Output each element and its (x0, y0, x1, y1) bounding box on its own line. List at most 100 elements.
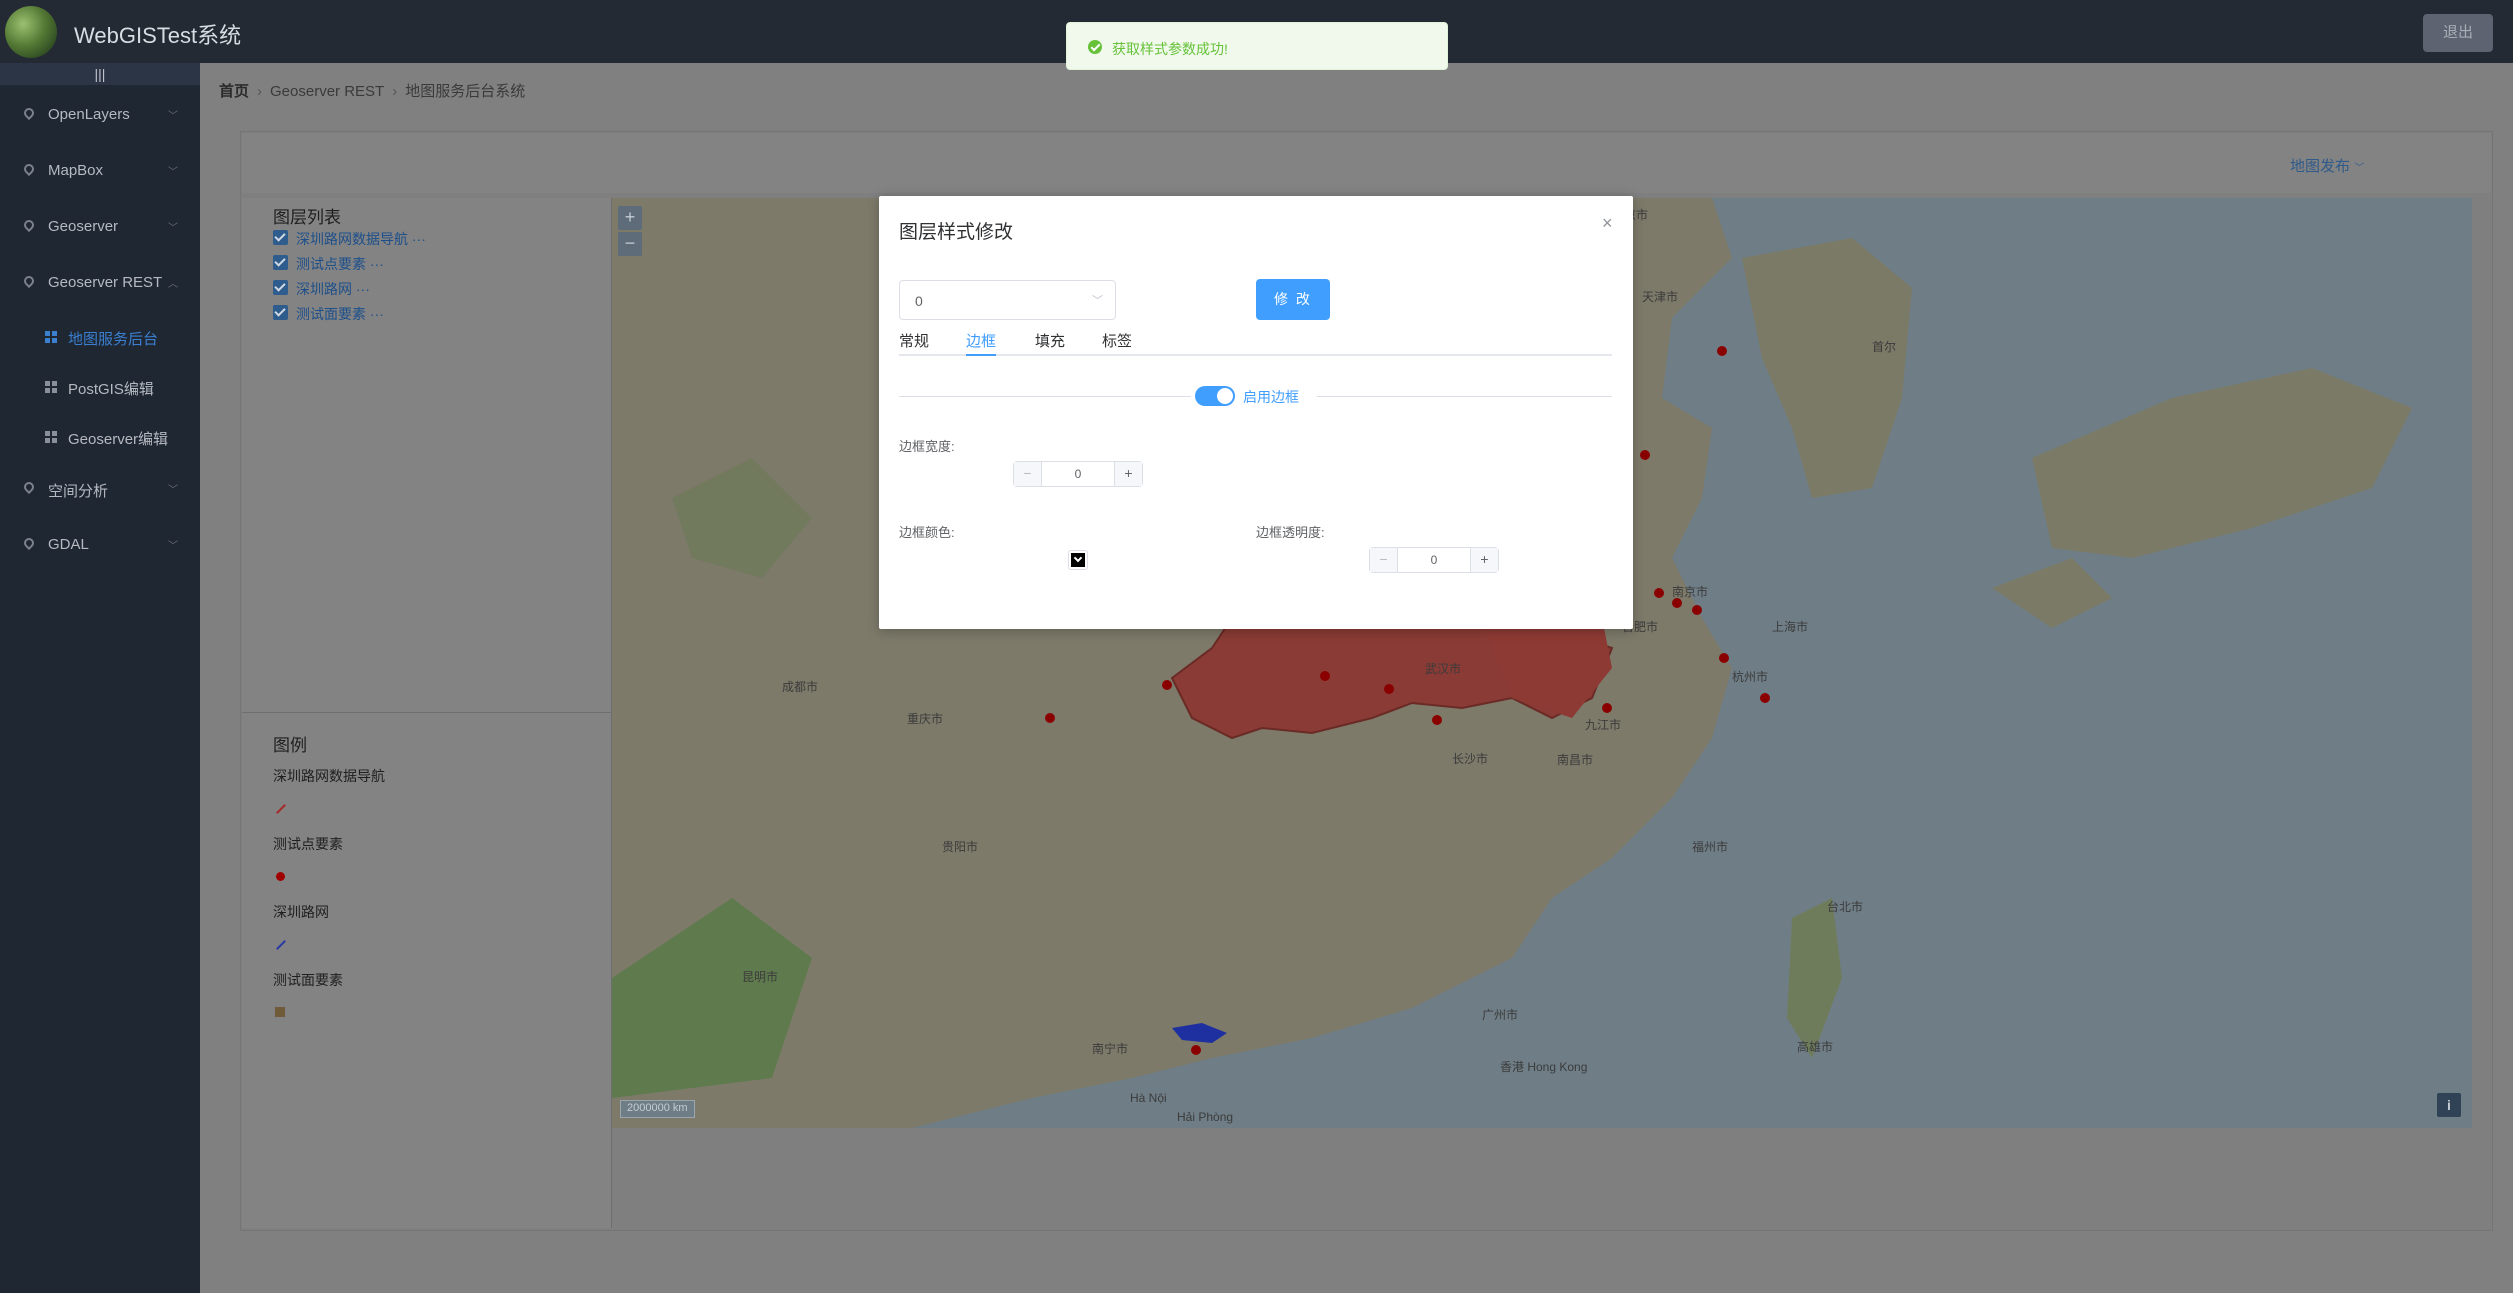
sidebar-item-label: Geoserver (48, 218, 119, 235)
map-city-label: 南昌市 (1557, 753, 1594, 767)
more-icon[interactable]: ··· (370, 256, 384, 272)
sidebar-item-label: MapBox (48, 162, 104, 179)
border-enable-group: 启用边框 (1191, 381, 1317, 409)
map-scale-line: 2000000 km (620, 1100, 695, 1118)
sidebar-subitem-map-service-admin[interactable]: 地图服务后台 (0, 317, 200, 357)
chevron-down-icon: ﹀ (2354, 163, 2365, 174)
layer-checkbox[interactable] (273, 255, 288, 270)
tab-fill[interactable]: 填充 (1035, 330, 1065, 351)
map-city-label: 广州市 (1482, 1008, 1519, 1022)
sidebar-subitem-label: Geoserver编辑 (68, 431, 169, 448)
location-icon (21, 217, 37, 233)
chevron-down-icon: ﹀ (168, 223, 178, 234)
location-icon (21, 273, 37, 289)
tab-general[interactable]: 常规 (899, 330, 929, 351)
increment-button[interactable]: + (1470, 548, 1498, 572)
sidebar-item-label: OpenLayers (48, 106, 130, 123)
chevron-down-icon: ﹀ (168, 541, 178, 552)
zoom-out-button[interactable]: − (618, 232, 642, 256)
border-width-stepper[interactable]: − 0 + (1013, 461, 1143, 487)
chevron-down-icon: ﹀ (168, 111, 178, 122)
sidebar-item-label: 空间分析 (48, 483, 109, 500)
chevron-down-icon (1071, 553, 1085, 567)
chevron-down-icon: ﹀ (168, 167, 178, 178)
style-tabs: 常规 边框 填充 标签 (899, 330, 1612, 356)
app-title: WebGISTest系统 (74, 23, 242, 48)
map-city-label: 贵阳市 (942, 840, 979, 854)
map-city-label: 重庆市 (907, 712, 944, 726)
sidebar-item-geoserver[interactable]: Geoserver ﹀ (0, 207, 200, 247)
active-tab-indicator (966, 354, 996, 356)
legend-title: 图例 (273, 736, 307, 755)
tab-label[interactable]: 标签 (1102, 330, 1132, 351)
border-opacity-value[interactable]: 0 (1398, 553, 1470, 567)
layer-panel (242, 198, 612, 1228)
more-icon[interactable]: ··· (412, 231, 426, 247)
layer-name: 测试面要素 (296, 306, 366, 322)
map-city-label: 首尔 (1872, 340, 1897, 354)
map-city-label: 昆明市 (742, 970, 779, 984)
map-city-label: 南宁市 (1092, 1042, 1129, 1056)
map-city-label: 香港 Hong Kong (1500, 1060, 1588, 1074)
more-icon[interactable]: ··· (356, 281, 370, 297)
sidebar-collapse-toggle[interactable]: ||| (0, 63, 200, 85)
map-city-label: Hà Nội (1130, 1091, 1167, 1105)
decrement-button[interactable]: − (1370, 548, 1398, 572)
map-publish-label: 地图发布 (2290, 158, 2351, 175)
layer-style-dialog: 图层样式修改 × 0 ﹀ 修 改 常规 边框 填充 标签 启用边框 边框宽度: … (879, 196, 1633, 629)
grid-icon (45, 431, 57, 443)
sidebar-item-label: GDAL (48, 536, 89, 553)
decrement-button[interactable]: − (1014, 462, 1042, 486)
legend-polygon-symbol (275, 1007, 285, 1017)
map-city-label: 高雄市 (1797, 1040, 1834, 1054)
map-publish-dropdown[interactable]: 地图发布 ﹀ (2290, 155, 2364, 176)
breadcrumb-separator: › (257, 83, 263, 100)
border-opacity-label: 边框透明度: (1256, 525, 1325, 540)
map-city-label: 武汉市 (1425, 662, 1462, 676)
legend-item-name: 深圳路网 (273, 904, 329, 920)
border-enable-switch[interactable] (1195, 386, 1235, 406)
sidebar-item-spatial-analysis[interactable]: 空间分析 ﹀ (0, 469, 200, 509)
map-city-label: 天津市 (1642, 290, 1679, 304)
map-city-label: 台北市 (1827, 900, 1864, 914)
app-logo (5, 6, 57, 58)
sidebar-subitem-postgis-edit[interactable]: PostGIS编辑 (0, 367, 200, 407)
success-icon (1088, 40, 1102, 54)
legend-item-name: 深圳路网数据导航 (273, 768, 385, 784)
border-opacity-stepper[interactable]: − 0 + (1369, 547, 1499, 573)
breadcrumb-home[interactable]: 首页 (219, 83, 249, 100)
sidebar-item-gdal[interactable]: GDAL ﹀ (0, 525, 200, 565)
sidebar-item-openlayers[interactable]: OpenLayers ﹀ (0, 95, 200, 135)
close-icon[interactable]: × (1602, 213, 1613, 234)
sidebar-subitem-geoserver-edit[interactable]: Geoserver编辑 (0, 417, 200, 457)
layer-checkbox[interactable] (273, 280, 288, 295)
map-attribution-button[interactable]: i (2437, 1093, 2461, 1117)
map-city-label: 福州市 (1692, 840, 1729, 854)
map-city-label: 南京市 (1672, 585, 1709, 599)
logout-button[interactable]: 退出 (2423, 14, 2493, 52)
tab-border[interactable]: 边框 (966, 330, 996, 351)
zoom-in-button[interactable]: + (618, 206, 642, 230)
more-icon[interactable]: ··· (370, 306, 384, 322)
layer-checkbox[interactable] (273, 230, 288, 245)
layer-checkbox[interactable] (273, 305, 288, 320)
increment-button[interactable]: + (1114, 462, 1142, 486)
border-color-picker[interactable] (1068, 550, 1088, 570)
chevron-up-icon: ︿ (168, 279, 178, 290)
sidebar-item-geoserver-rest[interactable]: Geoserver REST ︿ (0, 263, 200, 303)
sidebar-item-mapbox[interactable]: MapBox ﹀ (0, 151, 200, 191)
success-toast: 获取样式参数成功! (1066, 22, 1448, 70)
dialog-title: 图层样式修改 (899, 222, 1014, 243)
map-city-label: 长沙市 (1452, 752, 1489, 766)
legend-point-symbol (276, 872, 285, 881)
style-rule-select[interactable]: 0 ﹀ (899, 280, 1116, 320)
breadcrumb-page: 地图服务后台系统 (405, 83, 526, 100)
border-width-value[interactable]: 0 (1042, 467, 1114, 481)
legend-item-name: 测试点要素 (273, 836, 343, 852)
breadcrumb-section: Geoserver REST (270, 83, 385, 100)
border-width-label: 边框宽度: (899, 439, 955, 454)
modify-button[interactable]: 修 改 (1256, 279, 1330, 320)
breadcrumb-separator: › (392, 83, 398, 100)
map-city-label: Hải Phòng (1177, 1110, 1234, 1124)
toast-message: 获取样式参数成功! (1112, 41, 1228, 57)
